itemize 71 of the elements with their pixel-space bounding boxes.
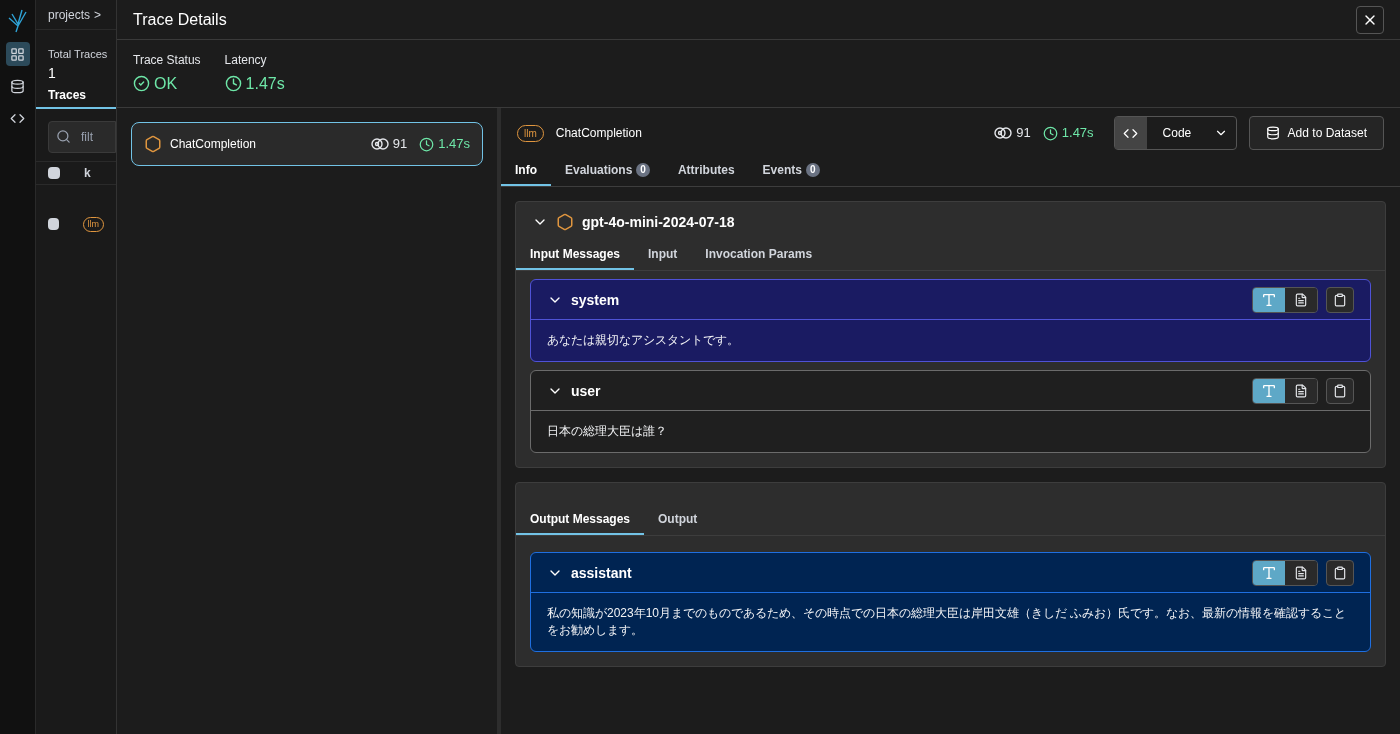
drawer-title: Trace Details <box>133 9 227 30</box>
close-button[interactable] <box>1356 5 1384 34</box>
clipboard-icon <box>1333 292 1347 307</box>
message-role: user <box>571 381 601 401</box>
message-content: 私の知識が2023年10月までのものであるため、その時点での日本の総理大臣は岸田文雄（きしだ ふみお）氏です。なお、最新の情報を確認することをお勧めします。 <box>546 605 1348 639</box>
message-content: 日本の総理大臣は誰？ <box>546 423 668 440</box>
status-value: OK <box>133 71 201 96</box>
token-count: 91 <box>994 123 1031 143</box>
text-view-button[interactable] <box>1253 560 1285 585</box>
column-header[interactable]: k <box>84 164 91 181</box>
tokens-icon <box>370 138 389 150</box>
search-field[interactable]: filt <box>48 120 116 153</box>
markdown-view-button[interactable] <box>1285 378 1317 403</box>
breadcrumb-link[interactable]: projects <box>48 6 91 23</box>
text-icon <box>1261 564 1277 581</box>
clock-icon <box>224 75 242 92</box>
document-icon <box>1294 565 1308 580</box>
tab[interactable]: Input Messages <box>516 242 635 270</box>
message-content: あなたは親切なアシスタントです。 <box>546 332 740 349</box>
checkbox[interactable] <box>48 166 60 179</box>
message-role: system <box>571 290 620 310</box>
tab[interactable]: Input <box>634 242 692 270</box>
markdown-view-button[interactable] <box>1285 287 1317 312</box>
message-role: assistant <box>571 563 632 583</box>
copy-button[interactable] <box>1326 286 1354 313</box>
database-icon <box>1265 126 1280 140</box>
latency-value: 1.47s <box>224 71 285 96</box>
text-view-button[interactable] <box>1253 378 1285 403</box>
clock-icon <box>419 136 435 152</box>
stat-value: 1 <box>47 63 57 83</box>
tokens-icon <box>994 127 1013 139</box>
latency-value: 1.47s <box>1042 123 1094 143</box>
checkbox[interactable] <box>48 218 59 231</box>
markdown-view-button[interactable] <box>1285 560 1317 585</box>
nav-button[interactable] <box>5 42 30 66</box>
clipboard-icon <box>1333 565 1347 580</box>
count-badge: 0 <box>805 163 820 177</box>
database-icon <box>10 78 25 94</box>
clipboard-icon <box>1333 383 1347 398</box>
search-icon <box>56 128 71 144</box>
count-badge: 0 <box>636 163 650 177</box>
tab[interactable]: Events 0 <box>748 158 834 186</box>
latency-value: 1.47s <box>419 134 470 154</box>
span-tree-item[interactable]: ChatCompletion 91 1.47s <box>131 122 483 166</box>
grid-icon <box>10 46 25 62</box>
llm-icon <box>556 213 574 231</box>
tab[interactable]: Output <box>644 507 712 535</box>
token-count: 91 <box>370 134 408 154</box>
tab[interactable]: Evaluations 0 <box>551 158 664 186</box>
model-name: gpt-4o-mini-2024-07-18 <box>582 213 735 232</box>
tab[interactable]: Output Messages <box>516 507 645 535</box>
stat-label: Latency <box>224 51 268 68</box>
add-to-dataset-button[interactable]: Add to Dataset <box>1248 116 1384 150</box>
text-view-button[interactable] <box>1253 287 1285 312</box>
document-icon <box>1294 292 1308 307</box>
tab[interactable]: Info <box>501 158 551 186</box>
copy-button[interactable] <box>1326 559 1354 586</box>
breadcrumb-separator: > <box>94 6 102 23</box>
llm-icon <box>144 135 162 153</box>
span-name: ChatCompletion <box>170 136 257 152</box>
tab[interactable]: Invocation Params <box>691 242 827 270</box>
text-icon <box>1261 382 1277 399</box>
copy-button[interactable] <box>1326 377 1354 404</box>
stat-label: Total Traces <box>47 47 109 62</box>
document-icon <box>1294 383 1308 398</box>
tab[interactable]: Attributes <box>663 158 749 186</box>
text-icon <box>1261 291 1277 308</box>
span-title: ChatCompletion <box>555 125 642 141</box>
stat-label: Trace Status <box>133 51 201 68</box>
clock-icon <box>1042 125 1058 141</box>
code-dropdown[interactable]: Code <box>1113 116 1237 150</box>
